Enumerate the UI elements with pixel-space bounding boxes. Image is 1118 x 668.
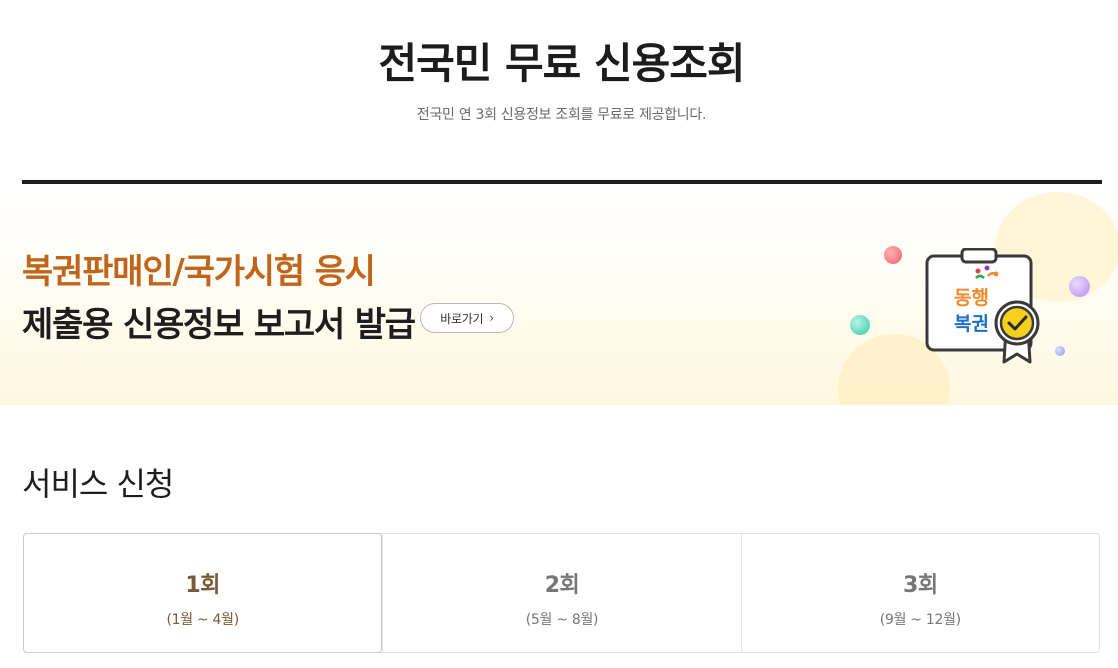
- badge-logo-bottom: 복권: [954, 313, 989, 335]
- banner-headline: 복권판매인/국가시험 응시: [22, 252, 376, 292]
- chevron-right-icon: ›: [489, 311, 494, 325]
- decor-bubble-icon: [1069, 276, 1090, 297]
- round-option-1[interactable]: 1회 (1월 ~ 4월): [23, 533, 383, 653]
- round-period: (1월 ~ 4월): [166, 612, 239, 628]
- banner-subheadline: 제출용 신용정보 보고서 발급: [22, 305, 416, 345]
- round-option-2[interactable]: 2회 (5월 ~ 8월): [382, 534, 740, 652]
- decor-bubble-icon: [1055, 346, 1065, 356]
- decor-bubble-icon: [884, 246, 902, 264]
- round-period: (5월 ~ 8월): [525, 612, 599, 628]
- round-name: 1회: [185, 573, 220, 598]
- round-selector: 1회 (1월 ~ 4월) 2회 (5월 ~ 8월) 3회 (9월 ~ 12월): [23, 533, 1100, 653]
- decor-bubble-icon: [850, 315, 870, 335]
- report-banner: 복권판매인/국가시험 응시 제출용 신용정보 보고서 발급 바로가기 › 동행 …: [0, 184, 1118, 405]
- round-name: 3회: [903, 573, 938, 598]
- round-option-3[interactable]: 3회 (9월 ~ 12월): [740, 534, 1099, 652]
- badge-logo-top: 동행: [954, 287, 989, 309]
- round-name: 2회: [544, 573, 580, 598]
- page-title: 전국민 무료 신용조회: [378, 39, 745, 88]
- page-subtitle: 전국민 연 3회 신용정보 조회를 무료로 제공합니다.: [416, 107, 707, 123]
- certificate-badge-icon: 동행 복권: [925, 248, 1040, 364]
- go-button[interactable]: 바로가기 ›: [420, 303, 514, 333]
- section-title: 서비스 신청: [22, 465, 174, 503]
- go-button-label: 바로가기: [440, 311, 484, 326]
- round-period: (9월 ~ 12월): [879, 612, 961, 628]
